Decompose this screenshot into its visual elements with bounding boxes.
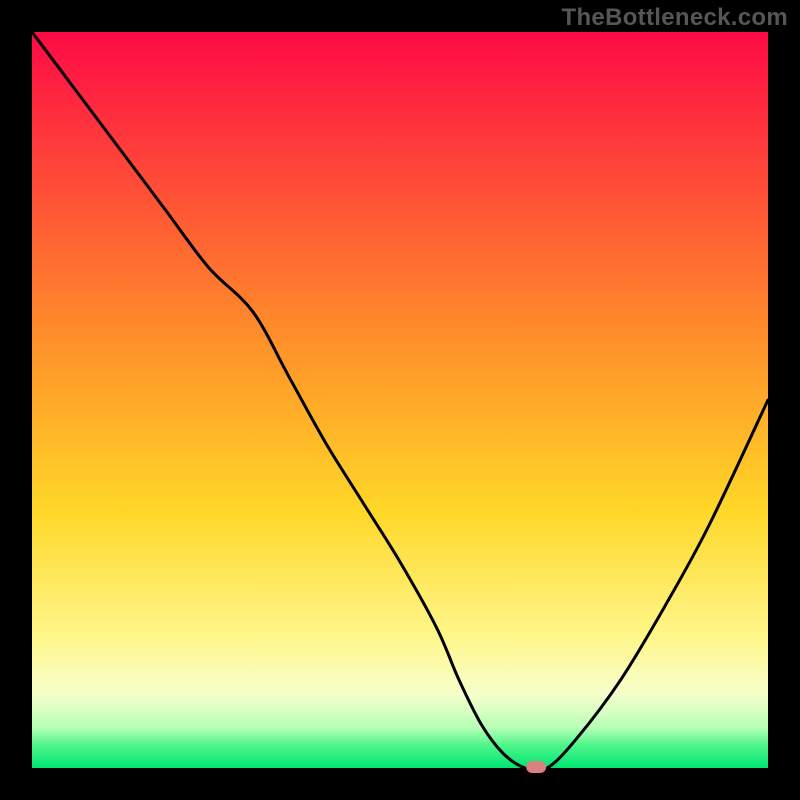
chart-frame: TheBottleneck.com [0, 0, 800, 800]
gradient-background [32, 32, 768, 768]
bottleneck-chart [0, 0, 800, 800]
optimal-marker [526, 761, 546, 773]
